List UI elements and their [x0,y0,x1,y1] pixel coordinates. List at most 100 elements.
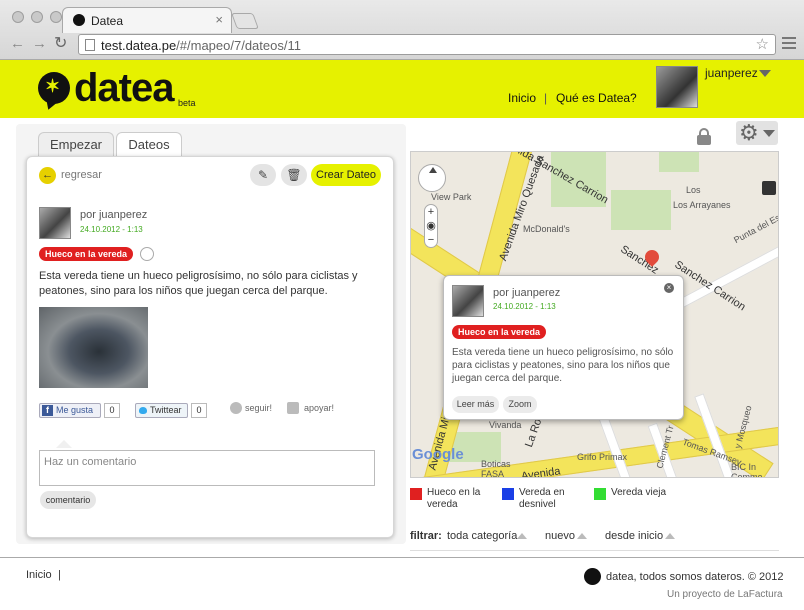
map-label-los: Los [686,185,701,195]
map-label-grifo-primax: Grifo Primax [577,452,628,462]
panel-tabs: Empezar Dateos [26,132,406,157]
tweet-button[interactable]: Twittear [135,403,188,418]
follow-plus-icon[interactable] [230,402,242,414]
zoom-button[interactable]: Zoom [503,396,537,413]
user-avatar[interactable] [656,66,698,108]
facebook-like-button[interactable]: Me gusta [39,403,101,418]
chevron-down-icon [763,130,775,137]
post-author-avatar[interactable] [39,207,71,239]
address-bar[interactable]: test.datea.pe/#/mapeo/7/dateos/11 ☆ [78,34,776,55]
back-arrow-icon[interactable]: ← [10,36,25,51]
pothole-photo[interactable] [39,307,148,388]
locate-target-icon[interactable] [140,247,154,261]
close-icon[interactable]: × [664,283,674,293]
create-dateo-button[interactable]: Crear Dateo [311,164,381,186]
map-label-la-roca: La Ro [523,417,545,449]
support-link[interactable]: apoyar! [304,403,334,413]
back-arrow-icon[interactable]: ← [39,167,56,184]
nav-separator: | [544,91,548,105]
follow-link[interactable]: seguir! [245,403,272,413]
chevron-up-icon[interactable] [577,533,587,539]
tab-dateos[interactable]: Dateos [116,132,182,157]
browser-chrome: Datea × ← → ↻ test.datea.pe/#/mapeo/7/da… [0,0,804,60]
tweet-count: 0 [191,403,207,418]
edit-pencil-icon[interactable]: ✎ [250,164,276,186]
reload-icon[interactable]: ↻ [54,36,67,52]
legend-swatch-blue [502,488,514,500]
google-logo: Google [412,446,464,463]
footer-home-link[interactable]: Inicio [26,569,52,581]
category-badge[interactable]: Hueco en la vereda [39,247,134,261]
browser-tab[interactable]: Datea × [62,7,232,33]
delete-trash-icon[interactable]: 🗑 [281,164,307,186]
filter-category[interactable]: toda categoría [447,530,517,542]
logo-text[interactable]: datea [74,66,174,111]
datea-footer-logo-icon [584,568,601,585]
map-label-vivanda: Vivanda [489,420,522,430]
post-author: por juanperez [80,209,148,221]
chevron-up-icon[interactable] [665,533,675,539]
post-date: 24.10.2012 - 1:13 [80,225,143,234]
back-link[interactable]: regresar [61,169,102,181]
maximize-window-button[interactable] [50,11,62,23]
filter-divider [410,550,779,551]
nav-about-link[interactable]: Qué es Datea? [556,91,637,105]
map-label-view-park: View Park [431,192,472,202]
thumbs-up-icon[interactable] [287,402,299,414]
chevron-up-icon[interactable] [517,533,527,539]
popup-author-avatar[interactable] [452,285,484,317]
new-tab-button[interactable] [231,13,259,29]
map-label-punta-del-este: Punta del Este [732,208,779,246]
footer-copyright: datea, todos somos dateros. © 2012 [606,571,784,583]
legend-label[interactable]: Vereda vieja [611,487,681,499]
chevron-down-icon[interactable] [759,70,771,77]
popup-date: 24.10.2012 - 1:13 [493,302,556,311]
post-description: Esta vereda tiene un hueco peligrosísimo… [39,270,358,297]
close-window-button[interactable] [12,11,24,23]
url-text: test.datea.pe/#/mapeo/7/dateos/11 [101,38,301,53]
tab-title: Datea [91,14,124,28]
map-layers-icon[interactable] [762,181,776,195]
map-label-mcdonalds: McDonald's [523,224,570,234]
forward-arrow-icon[interactable]: → [32,36,47,51]
nav-home-link[interactable]: Inicio [508,91,536,105]
popup-description: Esta vereda tiene un hueco peligrosísimo… [452,347,674,384]
walker-icon: ✶ [45,76,61,96]
zoom-out-icon[interactable]: − [425,233,437,247]
tab-empezar[interactable]: Empezar [38,132,114,157]
settings-menu-button[interactable]: ⚙ [736,121,778,145]
zoom-in-icon[interactable]: + [425,205,437,219]
park-area [611,190,671,230]
legend-label[interactable]: Hueco en la vereda [427,487,487,511]
legend-label[interactable]: Vereda en desnivel [519,487,579,511]
minimize-window-button[interactable] [31,11,43,23]
lock-icon[interactable] [697,128,711,145]
legend-swatch-green [594,488,606,500]
browser-menu-icon[interactable] [782,37,796,51]
datea-favicon-icon [73,14,85,26]
comment-submit-button[interactable]: comentario [40,491,96,509]
popup-category-badge[interactable]: Hueco en la vereda [452,325,547,339]
filter-order[interactable]: nuevo [545,530,575,542]
username-menu[interactable]: juanperez [705,66,758,80]
legend-swatch-red [410,488,422,500]
gear-icon: ⚙ [739,120,759,145]
like-count: 0 [104,403,120,418]
page-icon [85,39,95,51]
map-zoom-control[interactable]: + ◉ − [424,204,438,248]
footer-credit-link[interactable]: Un proyecto de LaFactura [667,589,783,600]
globe-icon[interactable]: ◉ [425,219,437,233]
map-label-boticas: Boticas FASA [481,459,511,478]
map-label-los-arrayanes: Los Arrayanes [673,200,731,210]
park-area [659,152,699,172]
popup-author: por juanperez [493,287,561,299]
footer-divider [0,557,804,558]
read-more-button[interactable]: Leer más [452,396,499,413]
comment-input[interactable]: Haz un comentario [39,450,375,486]
bookmark-star-icon[interactable]: ☆ [756,35,769,53]
footer-separator: | [58,569,61,581]
map-label-bic: BIC In Comme [731,462,763,478]
filter-since[interactable]: desde inicio [605,530,663,542]
map-pan-control[interactable] [418,164,446,192]
close-tab-icon[interactable]: × [215,12,223,27]
